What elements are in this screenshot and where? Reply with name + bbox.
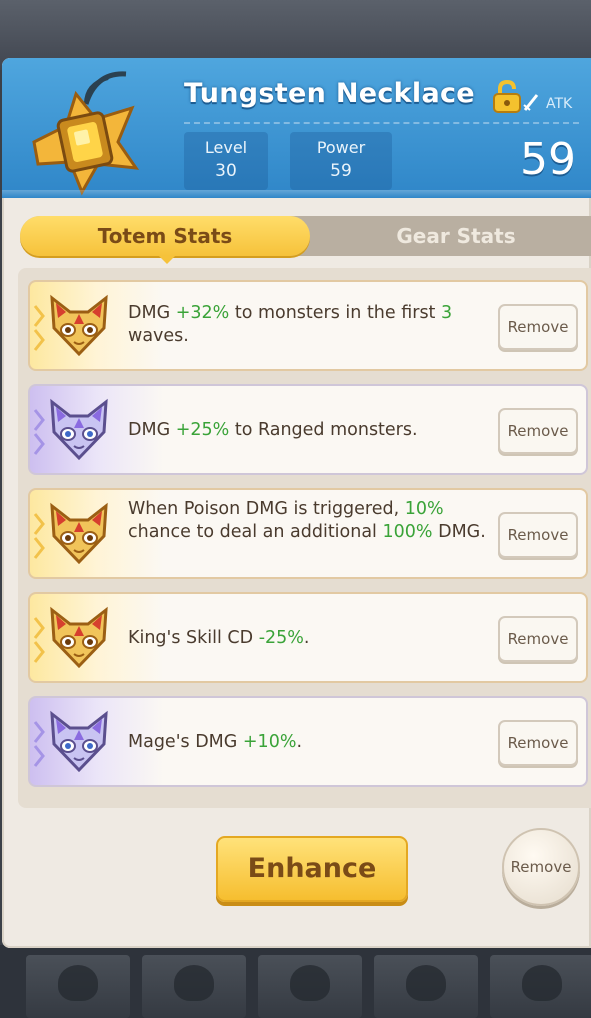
- totem-stat-description: Mage's DMG +10%.: [128, 731, 498, 754]
- background-inventory-slot: [374, 955, 478, 1018]
- background-inventory-slot: [490, 955, 591, 1018]
- header-divider: [184, 122, 579, 124]
- stat-highlight-value: 100%: [382, 522, 433, 542]
- gold-cat-mask-icon: [46, 502, 112, 566]
- stat-text-segment: waves.: [128, 326, 189, 346]
- stat-text-segment: .: [303, 628, 310, 648]
- totem-stats-list: DMG +32% to monsters in the first 3 wave…: [18, 268, 591, 808]
- rarity-chevron-icon: [33, 409, 45, 455]
- rarity-chevron-icon: [33, 617, 45, 663]
- power-value: 59: [330, 161, 352, 181]
- stat-highlight-value: -25%: [258, 628, 304, 648]
- purple-cat-mask-icon: [46, 398, 112, 462]
- totem-stat-description: When Poison DMG is triggered, 10% chance…: [128, 498, 498, 544]
- stat-text-segment: chance to deal an additional: [128, 522, 383, 542]
- background-inventory-slot: [26, 955, 130, 1018]
- stat-text-segment: When Poison DMG is triggered,: [128, 499, 405, 519]
- remove-stat-button[interactable]: Remove: [498, 720, 578, 766]
- remove-stat-button[interactable]: Remove: [498, 408, 578, 454]
- stat-highlight-value: 3: [440, 303, 453, 323]
- item-header: Tungsten Necklace ATK Level 30 Power 59 …: [2, 58, 591, 198]
- level-label: Level: [204, 138, 248, 157]
- stat-text-segment: .: [296, 732, 303, 752]
- stat-text-segment: King's Skill CD: [128, 628, 259, 648]
- rarity-chevron-icon: [33, 513, 45, 559]
- purple-cat-mask-icon: [46, 710, 112, 774]
- tab-totem-stats[interactable]: Totem Stats: [20, 216, 310, 264]
- remove-stat-button[interactable]: Remove: [498, 304, 578, 350]
- stat-highlight-value: 10%: [404, 499, 444, 519]
- totem-stat-description: King's Skill CD -25%.: [128, 627, 498, 650]
- stat-highlight-value: +10%: [242, 732, 297, 752]
- gold-cat-mask-icon: [46, 606, 112, 670]
- rarity-chevron-icon: [33, 721, 45, 767]
- remove-stat-button[interactable]: Remove: [498, 512, 578, 558]
- stat-text-segment: DMG: [128, 420, 176, 440]
- totem-stat-description: DMG +25% to Ranged monsters.: [128, 419, 498, 442]
- totem-stat-row: King's Skill CD -25%. Remove: [28, 592, 588, 683]
- stat-text-segment: to Ranged monsters.: [229, 420, 418, 440]
- background-inventory-slot: [258, 955, 362, 1018]
- atk-value: 59: [520, 134, 576, 185]
- stat-text-segment: Mage's DMG: [128, 732, 243, 752]
- totem-stat-row: When Poison DMG is triggered, 10% chance…: [28, 488, 588, 579]
- stat-highlight-value: +25%: [175, 420, 230, 440]
- rarity-chevron-icon: [33, 305, 45, 351]
- unlocked-padlock-icon[interactable]: [492, 80, 522, 114]
- stat-type-label: ATK: [546, 96, 573, 112]
- totem-stat-description: DMG +32% to monsters in the first 3 wave…: [128, 302, 498, 348]
- remove-all-button[interactable]: Remove: [502, 828, 580, 906]
- remove-stat-button[interactable]: Remove: [498, 616, 578, 662]
- stat-text-segment: DMG: [128, 303, 176, 323]
- background-inventory-slot: [142, 955, 246, 1018]
- level-box: Level 30: [184, 132, 268, 190]
- stat-text-segment: DMG.: [432, 522, 486, 542]
- power-box: Power 59: [290, 132, 392, 190]
- item-detail-panel: Tungsten Necklace ATK Level 30 Power 59 …: [2, 58, 591, 948]
- tab-gear-stats[interactable]: Gear Stats: [320, 216, 591, 256]
- stat-text-segment: to monsters in the first: [229, 303, 441, 323]
- item-name: Tungsten Necklace: [184, 78, 475, 109]
- enhance-button[interactable]: Enhance: [216, 836, 408, 902]
- stat-highlight-value: +32%: [175, 303, 230, 323]
- totem-stat-row: Mage's DMG +10%. Remove: [28, 696, 588, 787]
- stats-tab-bar: Totem Stats Gear Stats: [20, 216, 591, 264]
- totem-stat-row: DMG +25% to Ranged monsters. Remove: [28, 384, 588, 475]
- sword-icon: [523, 94, 539, 111]
- level-value: 30: [215, 161, 237, 181]
- power-label: Power: [316, 138, 366, 157]
- gold-necklace-icon: [32, 71, 140, 196]
- gold-cat-mask-icon: [46, 294, 112, 358]
- totem-stat-row: DMG +32% to monsters in the first 3 wave…: [28, 280, 588, 371]
